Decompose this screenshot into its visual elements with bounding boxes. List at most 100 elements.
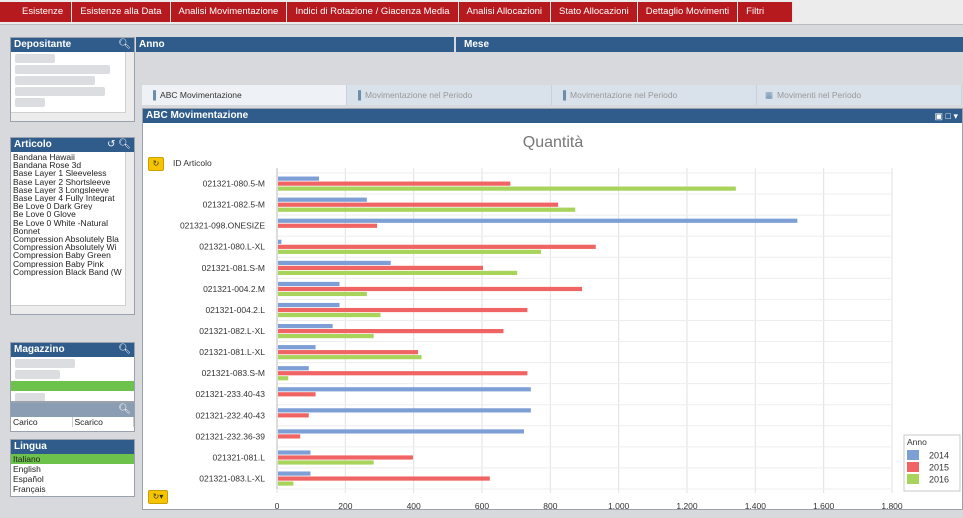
articolo-item[interactable]: Bonnet bbox=[11, 227, 134, 235]
bar-2014[interactable] bbox=[278, 260, 391, 265]
bar-2015[interactable] bbox=[278, 223, 378, 228]
search-icon[interactable]: 🔍︎ bbox=[118, 343, 131, 357]
bar-2014[interactable] bbox=[278, 197, 367, 202]
lingua-item[interactable]: Italiano bbox=[11, 454, 134, 464]
bar-2014[interactable] bbox=[278, 387, 531, 392]
bar-2014[interactable] bbox=[278, 450, 311, 455]
bar-2016[interactable] bbox=[278, 207, 576, 212]
category-label: 021321-083.S-M bbox=[202, 368, 265, 378]
tab-esistenze-alla-data[interactable]: Esistenze alla Data bbox=[72, 2, 171, 22]
bar-2015[interactable] bbox=[278, 202, 559, 207]
bar-2014[interactable] bbox=[278, 429, 524, 434]
tab-dettaglio-movimenti[interactable]: Dettaglio Movimenti bbox=[637, 2, 739, 22]
chart-tab[interactable]: ▐ Movimentazione nel Periodo bbox=[347, 85, 552, 105]
list-item[interactable] bbox=[15, 76, 95, 85]
list-item[interactable] bbox=[15, 65, 110, 74]
list-item[interactable] bbox=[15, 359, 75, 368]
bar-2015[interactable] bbox=[278, 476, 490, 481]
mese-bar[interactable]: Mese bbox=[456, 37, 963, 52]
horizontal-scrollbar[interactable] bbox=[11, 305, 126, 314]
vertical-scrollbar[interactable] bbox=[125, 152, 134, 314]
articolo-item[interactable]: Base Layer 4 Fully Integrat bbox=[11, 194, 134, 202]
bar-2015[interactable] bbox=[278, 350, 419, 355]
bar-2016[interactable] bbox=[278, 291, 367, 297]
bar-2015[interactable] bbox=[278, 329, 504, 334]
bar-2014[interactable] bbox=[278, 408, 531, 413]
bar-2014[interactable] bbox=[278, 239, 282, 244]
bar-2016[interactable] bbox=[278, 355, 422, 360]
articolo-item[interactable]: Compression Baby Green bbox=[11, 251, 134, 259]
bar-2016[interactable] bbox=[278, 270, 518, 275]
chart-tab[interactable]: ▦ Movimenti nel Periodo bbox=[757, 85, 962, 105]
lingua-list: Italiano English Español Français bbox=[11, 454, 134, 494]
articolo-item[interactable]: Be Love 0 White -Natural bbox=[11, 219, 134, 227]
articolo-item[interactable]: Compression Black Band (W bbox=[11, 268, 134, 276]
bar-2014[interactable] bbox=[278, 281, 340, 287]
bar-2016[interactable] bbox=[278, 186, 736, 191]
lingua-item[interactable]: Español bbox=[11, 474, 134, 484]
articolo-item[interactable]: Base Layer 2 Shortsleeve bbox=[11, 178, 134, 186]
bar-2014[interactable] bbox=[278, 218, 798, 223]
list-item[interactable] bbox=[15, 98, 45, 107]
tab-esistenze[interactable]: Esistenze bbox=[0, 2, 73, 22]
tab-filtri[interactable]: Filtri bbox=[738, 2, 794, 22]
legend[interactable]: Anno2014 2015 2016 bbox=[903, 434, 961, 492]
articolo-item[interactable]: Be Love 0 Dark Grey bbox=[11, 202, 134, 210]
lingua-item[interactable]: Français bbox=[11, 484, 134, 494]
articolo-title: Articolo bbox=[14, 139, 52, 150]
articolo-item[interactable]: Compression Absolutely Bla bbox=[11, 235, 134, 243]
category-label: 021321-004.2.L bbox=[205, 305, 265, 315]
articolo-item[interactable]: Bandana Hawaii bbox=[11, 153, 134, 161]
chart-tab[interactable]: ▐ Movimentazione nel Periodo bbox=[552, 85, 757, 105]
category-label: 021321-082.L-XL bbox=[199, 326, 265, 336]
bar-2014[interactable] bbox=[278, 366, 309, 371]
bar-2016[interactable] bbox=[278, 312, 381, 318]
bar-2015[interactable] bbox=[278, 392, 316, 397]
tipo-carico[interactable]: Carico bbox=[11, 417, 73, 427]
bar-2014[interactable] bbox=[278, 302, 340, 308]
bar-2015[interactable] bbox=[278, 181, 511, 186]
articolo-item[interactable]: Bandana Rose 3d bbox=[11, 161, 134, 169]
bar-2015[interactable] bbox=[278, 455, 413, 460]
bar-2016[interactable] bbox=[278, 249, 542, 254]
bar-2016[interactable] bbox=[278, 460, 374, 465]
bar-2015[interactable] bbox=[278, 434, 301, 439]
anno-bar[interactable]: Anno bbox=[136, 37, 454, 52]
bar-2015[interactable] bbox=[278, 307, 528, 313]
bar-2015[interactable] bbox=[278, 265, 483, 270]
list-item[interactable] bbox=[15, 393, 45, 401]
tab-indici-rotazione[interactable]: Indici di Rotazione / Giacenza Media bbox=[287, 2, 459, 22]
bar-2014[interactable] bbox=[278, 471, 311, 476]
bar-2015[interactable] bbox=[278, 286, 583, 292]
list-item-selected[interactable] bbox=[11, 381, 134, 391]
chart-tab[interactable]: ▐ ABC Movimentazione bbox=[142, 85, 347, 105]
bar-2015[interactable] bbox=[278, 413, 309, 418]
list-item[interactable] bbox=[15, 87, 105, 96]
search-icon[interactable]: 🔍︎ bbox=[118, 403, 131, 417]
list-item[interactable] bbox=[15, 370, 60, 379]
tipo-scarico[interactable]: Scarico bbox=[73, 417, 134, 427]
tab-stato-allocazioni[interactable]: Stato Allocazioni bbox=[551, 2, 638, 22]
articolo-item[interactable]: Be Love 0 Glove bbox=[11, 210, 134, 218]
bar-2014[interactable] bbox=[278, 176, 319, 181]
bar-2016[interactable] bbox=[278, 376, 289, 381]
bar-2016[interactable] bbox=[278, 334, 374, 339]
search-icon[interactable]: 🔍︎ bbox=[118, 38, 131, 52]
tab-analisi-allocazioni[interactable]: Analisi Allocazioni bbox=[458, 2, 552, 22]
articolo-item[interactable]: Base Layer 3 Longsleeve bbox=[11, 186, 134, 194]
chart-toolbar-icons[interactable]: ▣ □ ▾ bbox=[935, 109, 958, 123]
bar-2014[interactable] bbox=[278, 345, 316, 350]
tab-analisi-movimentazione[interactable]: Analisi Movimentazione bbox=[170, 2, 288, 22]
lingua-item[interactable]: English bbox=[11, 464, 134, 474]
articolo-item[interactable]: Compression Absolutely Wi bbox=[11, 243, 134, 251]
vertical-scrollbar[interactable] bbox=[125, 52, 134, 121]
articolo-item[interactable]: Base Layer 1 Sleeveless bbox=[11, 169, 134, 177]
bar-2014[interactable] bbox=[278, 324, 333, 329]
list-item[interactable] bbox=[15, 54, 55, 63]
bar-2015[interactable] bbox=[278, 244, 596, 249]
articolo-item[interactable]: Compression Baby Pink bbox=[11, 260, 134, 268]
horizontal-scrollbar[interactable] bbox=[11, 112, 126, 121]
bar-2016[interactable] bbox=[278, 481, 294, 486]
clear-search-icons[interactable]: ↺ 🔍︎ bbox=[107, 138, 131, 152]
bar-2015[interactable] bbox=[278, 371, 528, 376]
